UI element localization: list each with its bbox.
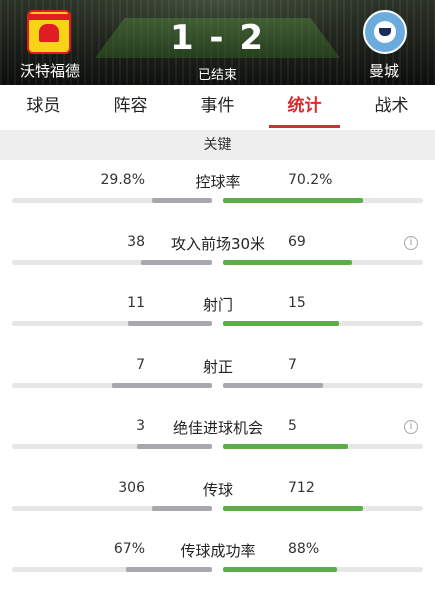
home-bar-fill bbox=[128, 321, 212, 326]
away-bar-track bbox=[223, 567, 423, 572]
away-bar-track bbox=[223, 198, 423, 203]
home-bar-fill bbox=[112, 382, 212, 388]
stat-row-passes: 306 传球 712 bbox=[0, 468, 435, 530]
stat-row-possession: 29.8% 控球率 70.2% bbox=[0, 160, 435, 222]
stat-away-value: 88% bbox=[288, 541, 320, 557]
home-bar-track bbox=[12, 444, 212, 449]
away-team-name[interactable]: 曼城 bbox=[369, 60, 399, 81]
info-icon[interactable]: i bbox=[404, 235, 418, 250]
tab-bar: 球员 阵容 事件 统计 战术 bbox=[0, 85, 435, 130]
tab-events[interactable]: 事件 bbox=[174, 85, 261, 130]
away-bar-track bbox=[223, 382, 423, 388]
home-bar-fill bbox=[152, 505, 212, 511]
stat-away-value: 5 bbox=[288, 418, 297, 434]
ship-icon bbox=[379, 28, 391, 36]
stat-away-value: 15 bbox=[288, 295, 306, 311]
stat-away-value: 70.2% bbox=[288, 172, 333, 188]
home-bar-track bbox=[12, 505, 212, 511]
away-bar-fill bbox=[223, 444, 348, 449]
stat-row-big-chances: 3 绝佳进球机会 5 i bbox=[0, 406, 435, 468]
home-bar-fill bbox=[141, 259, 212, 265]
away-bar-fill bbox=[223, 382, 323, 388]
home-bar-track bbox=[12, 567, 212, 572]
away-bar-fill bbox=[223, 321, 339, 326]
stats-list: 29.8% 控球率 70.2% 38 攻入前场30米 69 i 11 射门 15… bbox=[0, 160, 435, 591]
away-bar-fill bbox=[223, 567, 337, 572]
tab-tactics[interactable]: 战术 bbox=[348, 85, 435, 130]
tab-lineup[interactable]: 阵容 bbox=[87, 85, 174, 130]
home-bar-track bbox=[12, 259, 212, 265]
home-bar-track bbox=[12, 382, 212, 388]
home-bar-track bbox=[12, 321, 212, 326]
home-bar-fill bbox=[152, 198, 212, 203]
stat-away-value: 69 bbox=[288, 233, 306, 250]
home-bar-track bbox=[12, 198, 212, 203]
stat-row-pass-accuracy: 67% 传球成功率 88% bbox=[0, 529, 435, 591]
tab-stats[interactable]: 统计 bbox=[261, 85, 348, 130]
stat-row-shots-on-target: 7 射正 7 bbox=[0, 345, 435, 407]
away-bar-track bbox=[223, 444, 423, 449]
home-bar-fill bbox=[137, 444, 212, 449]
stat-away-value: 7 bbox=[288, 356, 297, 373]
stat-away-value: 712 bbox=[288, 479, 315, 496]
away-bar-track bbox=[223, 505, 423, 511]
away-team-logo[interactable] bbox=[363, 10, 407, 54]
away-bar-fill bbox=[223, 259, 352, 265]
match-header: 沃特福德 1 - 2 已结束 曼城 bbox=[0, 0, 435, 85]
tab-players[interactable]: 球员 bbox=[0, 85, 87, 130]
away-bar-fill bbox=[223, 505, 363, 511]
stat-row-shots: 11 射门 15 bbox=[0, 283, 435, 345]
info-icon[interactable]: i bbox=[404, 420, 418, 434]
away-bar-fill bbox=[223, 198, 364, 203]
home-bar-fill bbox=[126, 567, 212, 572]
stat-row-final-third-entries: 38 攻入前场30米 69 i bbox=[0, 222, 435, 284]
away-bar-track bbox=[223, 259, 423, 265]
section-header-key: 关键 bbox=[0, 130, 435, 160]
away-bar-track bbox=[223, 321, 423, 326]
